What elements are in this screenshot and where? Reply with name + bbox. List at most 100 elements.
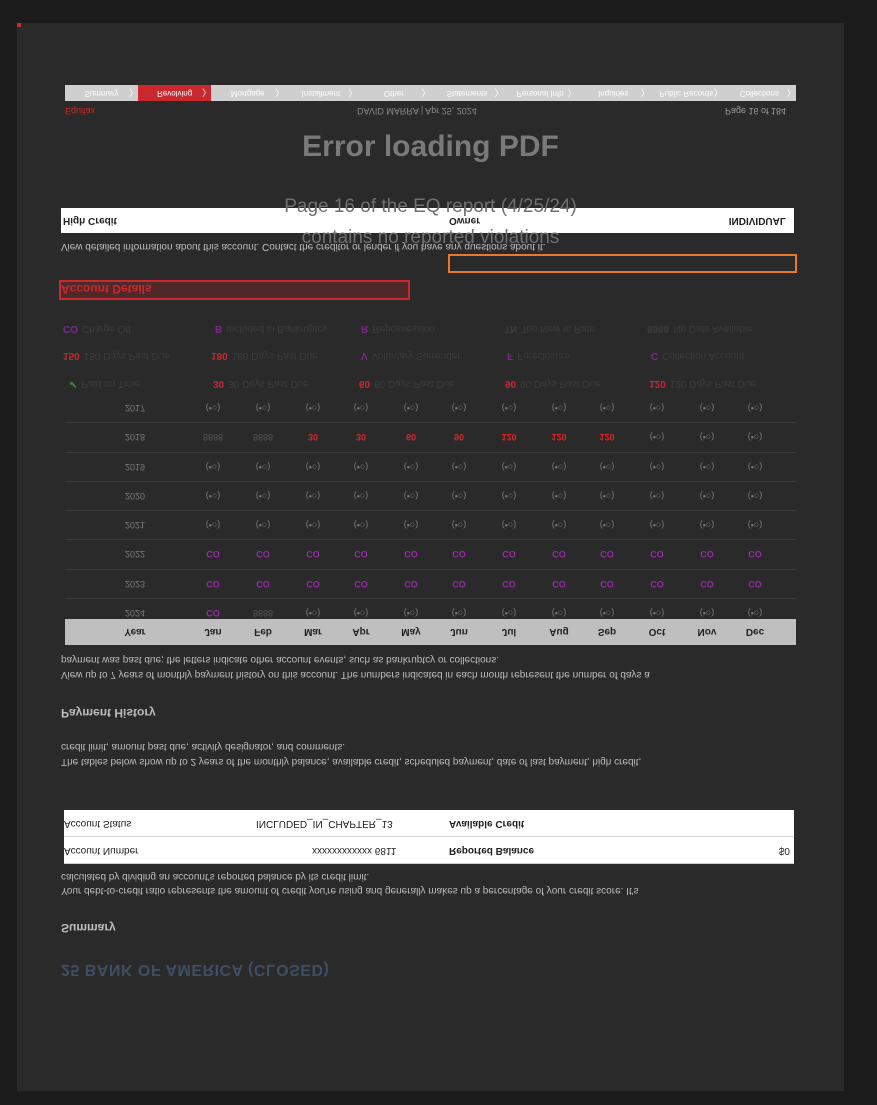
- history-cell: CO: [306, 549, 320, 560]
- history-cell: (•○): [403, 461, 419, 472]
- year-cell: 2023: [124, 578, 146, 589]
- legend-item: TN Too New to Rate: [504, 323, 596, 334]
- legend-item: V Voluntary Surrender: [361, 350, 461, 361]
- history-cell: (•○): [649, 520, 665, 531]
- history-cell: (•○): [599, 608, 615, 619]
- history-cell: (•○): [305, 520, 321, 531]
- history-cell: CO: [552, 578, 566, 589]
- history-cell: (•○): [353, 490, 369, 501]
- balances-intro-line1: The tables below show up to 2 years of t…: [61, 756, 642, 767]
- year-cell: 2022: [124, 549, 146, 560]
- history-cell: (•○): [403, 608, 419, 619]
- table-row: Account Status INCLUDED_IN_CHAPTER_13 Av…: [64, 810, 794, 837]
- corner-marker: [17, 23, 21, 27]
- page-number-label: Page 16 of 184: [725, 106, 787, 116]
- history-cell: (•○): [599, 520, 615, 531]
- column-header: Jul: [501, 626, 517, 637]
- tab-other[interactable]: Other: [357, 85, 431, 101]
- history-cell: 30: [307, 432, 318, 443]
- legend-item: F Foreclosure: [507, 350, 570, 361]
- table-row: 2021 (•○) (•○) (•○) (•○) (•○) (•○) (•○) (•○) (•○)…: [65, 511, 796, 541]
- history-cell: CO: [552, 549, 566, 560]
- history-cell: CO: [404, 549, 418, 560]
- table-row: 2022 CO CO CO CO CO CO CO CO CO CO CO CO: [65, 540, 796, 570]
- cell-value: $0: [778, 845, 790, 856]
- history-cell: (•○): [747, 403, 763, 413]
- history-cell: (•○): [747, 490, 763, 501]
- history-cell: (•○): [353, 403, 369, 413]
- history-cell: (•○): [451, 520, 467, 531]
- person-date-label: DAVID MARRA | Apr 25, 2024: [357, 106, 477, 116]
- column-header: Aug: [549, 626, 569, 637]
- history-cell: (•○): [305, 608, 321, 619]
- tab-statements[interactable]: Statements: [430, 85, 504, 101]
- history-cell: CO: [650, 549, 664, 560]
- tab-personal-info[interactable]: Personal Info: [504, 85, 577, 101]
- year-cell: 2020: [124, 490, 146, 501]
- history-cell: (•○): [403, 403, 419, 413]
- history-cell: CO: [748, 549, 762, 560]
- history-cell: (•○): [451, 403, 467, 413]
- history-cell: (•○): [305, 490, 321, 501]
- summary-intro-line2: calculated by dividing an account's repo…: [61, 871, 370, 882]
- history-cell: CO: [206, 608, 220, 619]
- error-message: Page 16 of the EQ report (4/25/24) conta…: [17, 191, 844, 253]
- account-details-title: Account Details: [61, 282, 152, 296]
- history-cell: CO: [354, 549, 368, 560]
- cell-label: Available Credit: [449, 818, 525, 829]
- payment-history-intro-line2: payment was past due; the letters indica…: [61, 654, 500, 665]
- history-cell: (•○): [551, 403, 567, 413]
- history-cell: CO: [502, 578, 516, 589]
- history-cell: (•○): [551, 461, 567, 472]
- column-header: Nov: [697, 626, 717, 637]
- column-header: Mar: [304, 626, 322, 637]
- history-cell: 60: [405, 432, 416, 443]
- history-cell: 90: [453, 432, 464, 443]
- tab-summary[interactable]: Summary: [65, 85, 138, 101]
- year-cell: 2024: [124, 608, 146, 619]
- history-cell: CO: [306, 578, 320, 589]
- tab-revolving[interactable]: Revolving: [138, 85, 212, 101]
- history-cell: (•○): [599, 490, 615, 501]
- history-cell: (•○): [551, 490, 567, 501]
- legend-item: 90 90 Days Past Due: [505, 378, 601, 389]
- tab-public-records[interactable]: Public Records: [650, 85, 722, 101]
- history-cell: (•○): [205, 490, 221, 501]
- payment-history-grid: 2017 (•○) (•○) (•○) (•○) (•○) (•○) (•○) (•○) (•○)…: [65, 394, 796, 629]
- history-cell: CO: [256, 578, 270, 589]
- history-cell: (•○): [255, 490, 271, 501]
- column-header: Jan: [204, 626, 222, 637]
- tab-installment[interactable]: Installment: [284, 85, 357, 101]
- history-cell: 30: [355, 432, 366, 443]
- tab-mortgage[interactable]: Mortgage: [211, 85, 284, 101]
- history-cell: (•○): [699, 403, 715, 413]
- history-cell: (•○): [699, 608, 715, 619]
- history-cell: CO: [600, 549, 614, 560]
- column-header: May: [401, 626, 421, 637]
- history-cell: CO: [354, 578, 368, 589]
- year-cell: 2021: [124, 520, 146, 531]
- history-cell: 120: [551, 432, 567, 443]
- highlight-box-orange: [448, 254, 797, 273]
- history-cell: (•○): [747, 461, 763, 472]
- legend-item: 150 150 Days Past Due: [63, 350, 170, 361]
- column-header: Year: [124, 626, 146, 637]
- history-cell: CO: [650, 578, 664, 589]
- history-cell: (•○): [699, 461, 715, 472]
- history-cell: (•○): [305, 461, 321, 472]
- cell-label: Account Number: [64, 845, 139, 856]
- history-cell: (•○): [501, 461, 517, 472]
- history-cell: (•○): [305, 403, 321, 413]
- tab-inquiries[interactable]: Inquiries: [577, 85, 650, 101]
- cell-value: xxxxxxxxxxxx 6811: [312, 845, 397, 856]
- tab-collections[interactable]: Collections: [723, 85, 796, 101]
- history-cell: (•○): [451, 461, 467, 472]
- history-cell: CO: [452, 549, 466, 560]
- year-cell: 2018: [124, 432, 146, 443]
- history-cell: (•○): [501, 490, 517, 501]
- summary-intro-line1: Your debt-to-credit ratio represents the…: [61, 885, 639, 896]
- history-cell: (•○): [599, 461, 615, 472]
- history-cell: (•○): [403, 520, 419, 531]
- payment-history-title: Payment History: [61, 706, 156, 720]
- legend-item: 180 180 Days Past Due: [211, 350, 318, 361]
